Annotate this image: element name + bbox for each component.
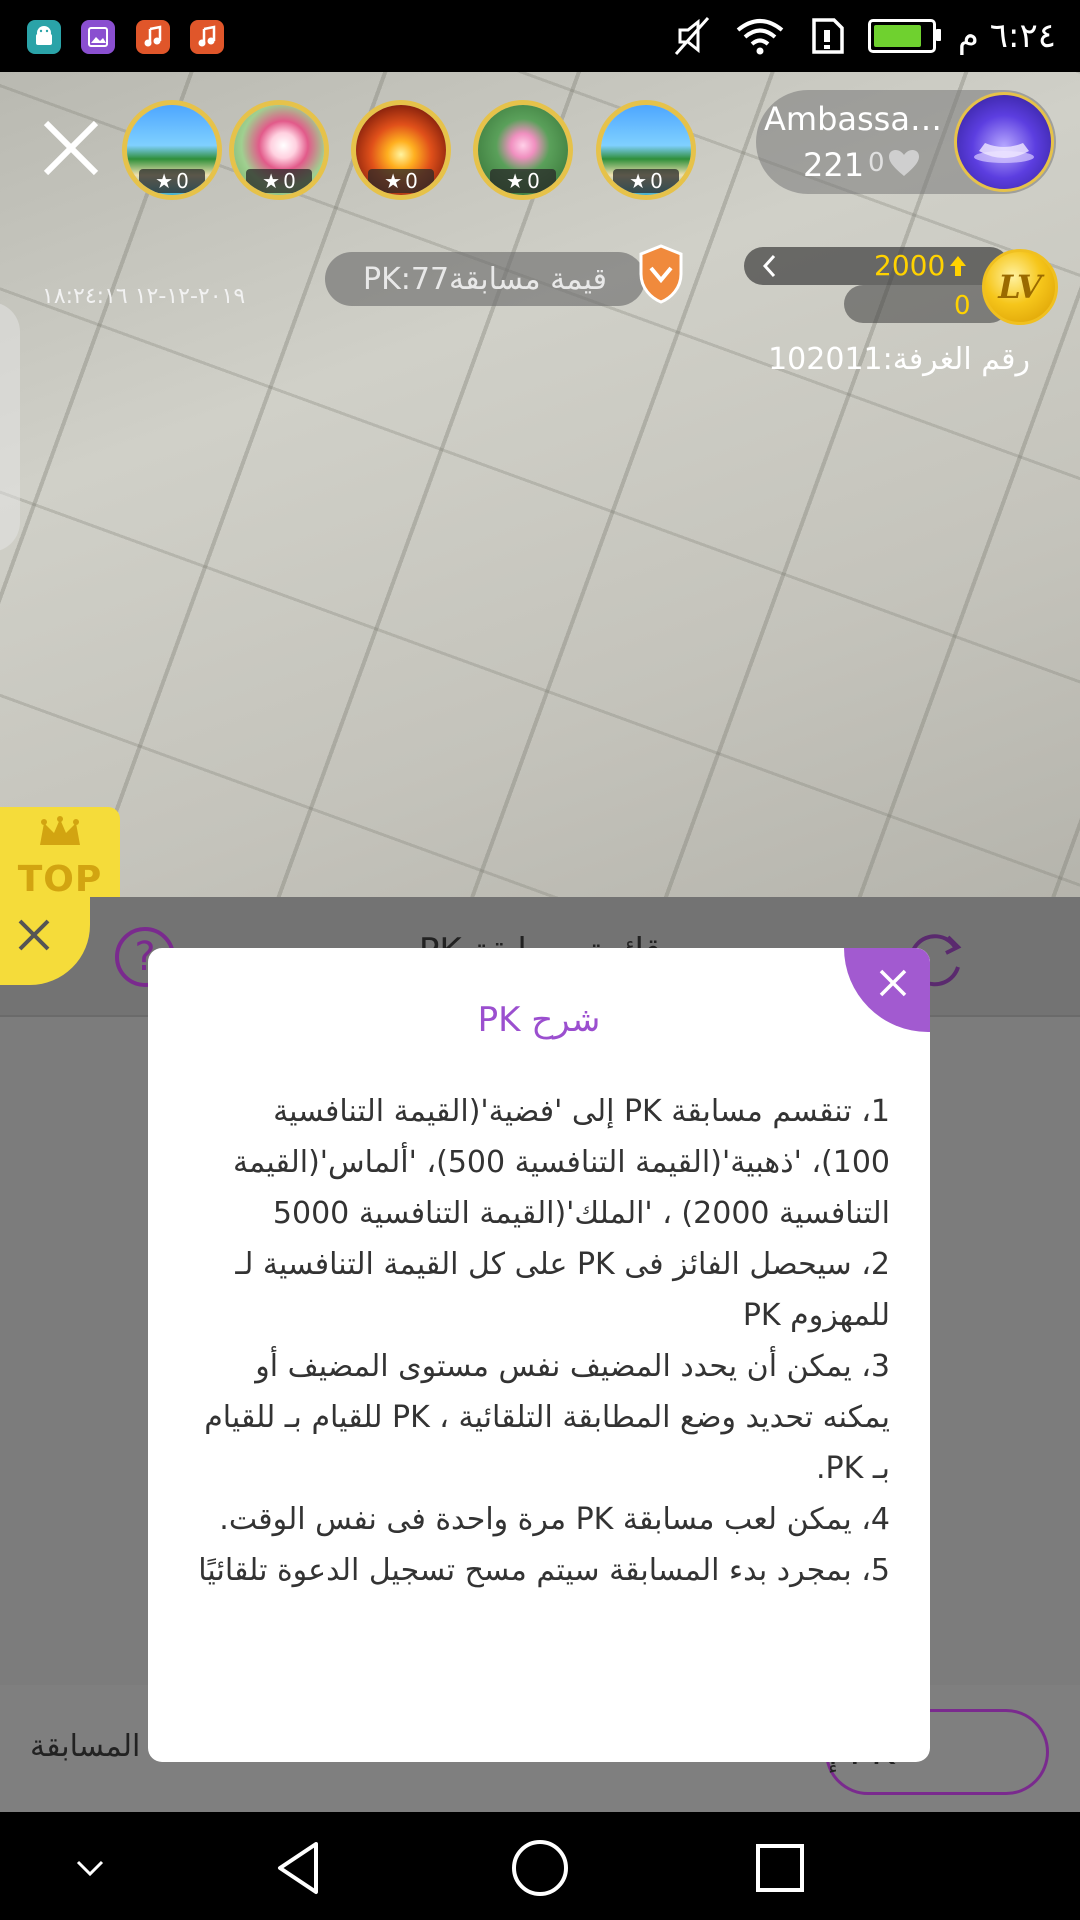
back-icon[interactable] [268,1836,332,1900]
star-icon: ★ [629,169,648,193]
rule-item: 1، تنقسم مسابقة PK إلى 'فضية'(القيمة الت… [232,1094,890,1231]
viewer-badge-count: 0 [527,169,540,193]
level-sub-value: 0 [954,291,971,321]
host-info[interactable]: Ambassad... 221 0 [756,90,1056,194]
wifi-icon [736,19,784,55]
chevron-left-icon[interactable] [762,254,776,278]
close-icon [879,969,907,997]
sim-icon [812,18,844,54]
chevron-down-icon[interactable] [58,1836,122,1900]
shield-icon [639,244,683,304]
home-icon[interactable] [508,1836,572,1900]
mute-icon [674,17,710,55]
star-icon: ★ [384,169,403,193]
top-ranking-badge[interactable]: TOP [0,807,120,897]
navigation-bar [0,1812,1080,1920]
music-icon [190,20,224,54]
status-indicators: ٦:٢٤ م [672,14,1056,58]
heart-icon [888,150,919,176]
host-likes: 0 [868,148,921,178]
top-label: TOP [17,859,103,897]
status-bar: ٦:٢٤ م [0,0,1080,72]
host-avatar[interactable] [954,92,1054,192]
battery-icon [867,19,941,53]
level-points: 2000 [874,249,946,282]
star-icon: ★ [506,169,525,193]
arrow-up-icon [950,255,967,276]
viewer-avatar[interactable]: ★ 0 [229,100,329,200]
viewer-badge-count: 0 [283,169,296,193]
close-room-icon[interactable] [40,117,102,179]
pk-explanation-dialog: شرح PK 1، تنقسم مسابقة PK إلى 'فضية'(الق… [148,948,930,1762]
gallery-icon [81,20,115,54]
dialog-body: 1، تنقسم مسابقة PK إلى 'فضية'(القيمة الت… [198,1086,890,1596]
viewer-badge-count: 0 [405,169,418,193]
close-icon [18,919,50,951]
star-icon: ★ [262,169,281,193]
viewer-avatar[interactable]: ★ 0 [351,100,451,200]
rule-item: 2، سيحصل الفائز فى PK على كل القيمة التن… [235,1247,890,1333]
viewer-avatar[interactable]: ★ 0 [473,100,573,200]
timestamp: ٢٠١٩-١٢-١٢ ١٨:٢٤:١٦ [42,284,246,309]
viewer-avatar[interactable]: ★ 0 [122,100,222,200]
host-name: Ambassad... [764,100,950,138]
rule-item: 4، يمكن لعب مسابقة PK مرة واحدة فى نفس ا… [219,1502,890,1537]
viewer-badge-count: 0 [650,169,663,193]
level-widget[interactable]: 2000 0 LV [744,247,1058,327]
android-icon [27,20,61,54]
crown-icon [40,816,80,845]
side-handle[interactable] [0,302,20,552]
footer-label: المسابقة [30,1729,141,1764]
live-stage: ★ 0 ★ 0 ★ 0 ★ 0 ★ 0 Ambassad... 221 0 قيمة مس… [0,72,1080,897]
recents-icon[interactable] [748,1836,812,1900]
level-coin-icon: LV [982,249,1058,325]
viewer-badge-count: 0 [176,169,189,193]
pk-value-label: قيمة مسابقةPK:77 [363,261,607,297]
host-likes-count: 0 [868,148,885,178]
pk-value-pill[interactable]: قيمة مسابقةPK:77 [325,252,645,306]
rule-item: 5، بمجرد بدء المسابقة سيتم مسح تسجيل الد… [198,1553,890,1588]
room-number: رقم الغرفة:102011 [768,342,1030,377]
rule-item: 3، يمكن أن يحدد المضيف نفس مستوى المضيف … [204,1349,890,1486]
host-viewer-count: 221 [803,146,865,184]
dialog-title: شرح PK [477,1000,601,1040]
viewer-avatar[interactable]: ★ 0 [596,100,696,200]
clock: ٦:٢٤ م [957,16,1056,56]
star-icon: ★ [155,169,174,193]
music-icon [136,20,170,54]
